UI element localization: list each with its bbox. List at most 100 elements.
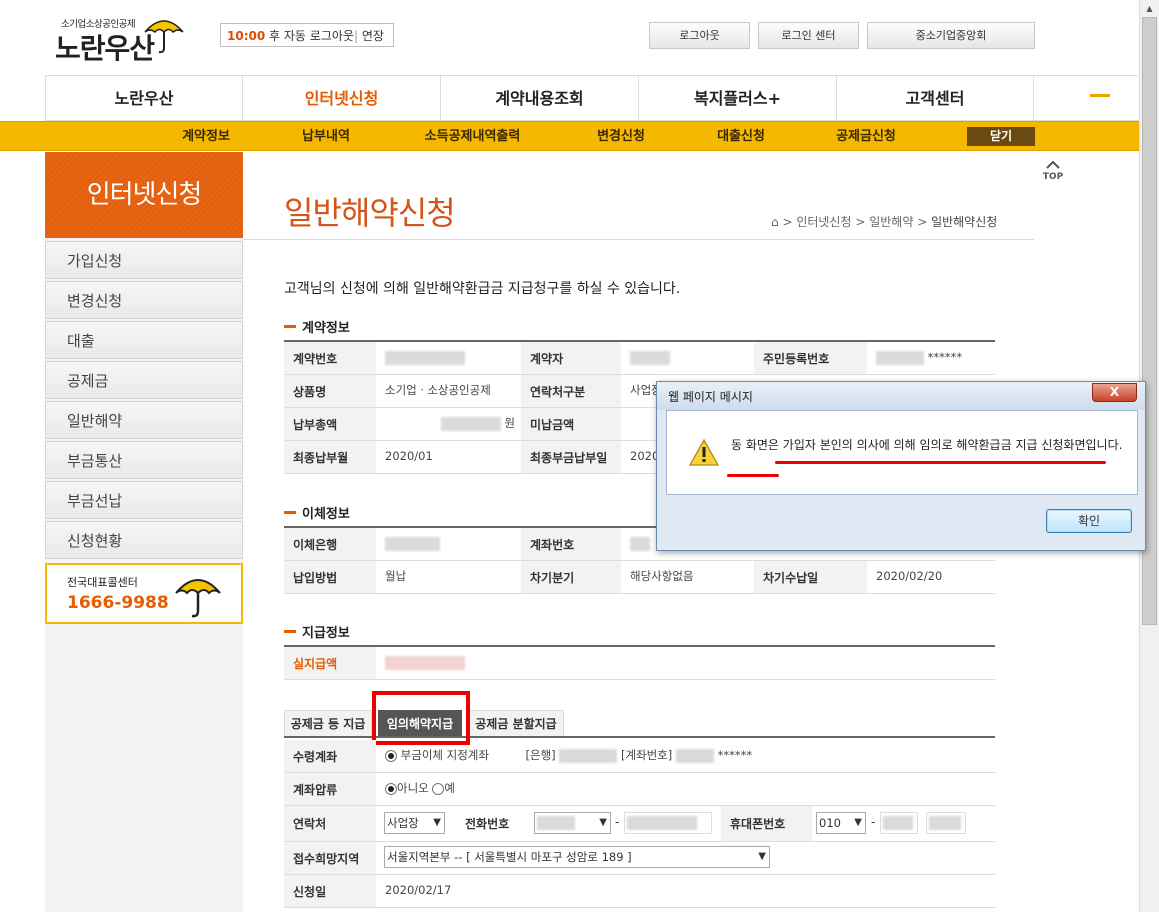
lnb-item-prepay[interactable]: 부금선납 xyxy=(45,481,243,519)
page-title: 일반해약신청 xyxy=(284,194,456,232)
logo-title: 노란우산 xyxy=(55,32,155,65)
next-due-value: 2020/02/20 xyxy=(876,569,943,583)
subnav-change-request[interactable]: 변경신청 xyxy=(575,122,667,151)
region-label: 접수희망지역 xyxy=(284,842,376,874)
account-label: 계좌번호 xyxy=(521,528,621,560)
actual-amount-label: 실지급액 xyxy=(284,647,376,679)
table-row: 계약번호 계약자 주민등록번호 ****** xyxy=(284,342,995,375)
contact-select[interactable]: 사업장 ▼ xyxy=(384,812,445,834)
receive-account-option: 부금이체 지정계좌 xyxy=(400,748,489,762)
next-period-value: 해당사항없음 xyxy=(630,569,694,583)
tab-benefit-payment[interactable]: 공제금 등 지급 xyxy=(284,710,372,736)
dialog-titlebar[interactable]: 웹 페이지 메시지 X xyxy=(657,382,1145,410)
lnb-item-general-cancel[interactable]: 일반해약 xyxy=(45,401,243,439)
lnb-item-change[interactable]: 변경신청 xyxy=(45,281,243,319)
seizure-yes-label: 예 xyxy=(444,781,455,795)
nav-item-yellow-umbrella[interactable]: 노란우산 xyxy=(45,76,242,120)
annotation-underline xyxy=(727,474,779,477)
region-select[interactable]: 서울지역본부 -- [ 서울특별시 마포구 성암로 189 ] ▼ xyxy=(384,846,770,868)
close-subnav-button[interactable]: 닫기 xyxy=(967,127,1035,146)
bank-bracket-label: [은행] xyxy=(525,748,556,762)
lnb-item-combine[interactable]: 부금통산 xyxy=(45,441,243,479)
seizure-yes-radio[interactable] xyxy=(432,782,445,795)
scroll-up-icon[interactable]: ▲ xyxy=(1140,0,1159,17)
date-value: 2020/02/17 xyxy=(385,883,452,897)
umbrella-icon xyxy=(175,579,221,618)
kbiz-button[interactable]: 중소기업중앙회 xyxy=(867,22,1035,49)
contact-type-label: 연락처구분 xyxy=(521,375,621,407)
phone-dash: - xyxy=(615,815,620,829)
nav-item-internet-apply[interactable]: 인터넷신청 xyxy=(242,76,440,120)
account-bracket-label: [계좌번호] xyxy=(620,748,673,762)
dialog-title: 웹 페이지 메시지 xyxy=(668,390,753,404)
product-label: 상품명 xyxy=(284,375,376,407)
dialog-close-button[interactable]: X xyxy=(1092,383,1137,402)
subnav-payment-history[interactable]: 납부내역 xyxy=(280,122,372,151)
breadcrumb-current: 일반해약신청 xyxy=(931,215,998,229)
seizure-no-label: 아니오 xyxy=(397,781,429,795)
form-row-contact: 연락처 사업장 ▼ 전화번호 ▼ - 휴대폰번호 010 ▼ - xyxy=(284,806,995,842)
method-value: 월납 xyxy=(385,569,407,583)
form-row-seizure: 계좌압류 아니오 예 xyxy=(284,773,995,806)
left-menu-title: 인터넷신청 xyxy=(45,152,243,238)
intro-text: 고객님의 신청에 의해 일반해약환급금 지급청구를 하실 수 있습니다. xyxy=(284,281,681,297)
last-date-label: 최종부금납부일 xyxy=(521,441,621,473)
actual-amount-value xyxy=(376,647,676,679)
holder-value xyxy=(621,342,754,374)
phone-area-select[interactable]: ▼ xyxy=(534,812,611,834)
section-title-contract: 계약정보 xyxy=(284,317,350,336)
mobile-last-input[interactable] xyxy=(926,812,966,834)
dialog-body: 동 화면은 가입자 본인의 의사에 의해 임의로 해약환급금 지급 신청화면입니… xyxy=(666,410,1138,495)
chevron-up-icon xyxy=(1046,160,1060,169)
subnav-benefit-request[interactable]: 공제금신청 xyxy=(820,122,912,151)
form-row-date: 신청일 2020/02/17 xyxy=(284,875,995,908)
phone-number-input[interactable] xyxy=(624,812,712,834)
session-extend-link[interactable]: 연장 xyxy=(362,29,384,43)
logout-button[interactable]: 로그아웃 xyxy=(649,22,750,49)
lnb-item-join[interactable]: 가입신청 xyxy=(45,241,243,279)
subnav-tax-deduction[interactable]: 소득공제내역출력 xyxy=(405,122,540,151)
lnb-item-loan[interactable]: 대출 xyxy=(45,321,243,359)
divider xyxy=(243,239,1034,240)
session-time: 10:00 xyxy=(227,29,266,43)
dialog-ok-button[interactable]: 확인 xyxy=(1046,509,1132,533)
session-timer: 10:00 후 자동 로그아웃| 연장 xyxy=(220,23,394,47)
tab-installment-payment[interactable]: 공제금 분할지급 xyxy=(468,710,564,736)
last-month-label: 최종납부월 xyxy=(284,441,376,473)
menu-icon[interactable] xyxy=(1090,94,1110,97)
main-nav: 노란우산 인터넷신청 계약내용조회 복지플러스+ 고객센터 xyxy=(45,75,1138,121)
receive-account-radio[interactable] xyxy=(385,749,397,762)
login-center-button[interactable]: 로그인 센터 xyxy=(758,22,859,49)
last-month-value: 2020/01 xyxy=(385,449,433,463)
home-icon[interactable]: ⌂ xyxy=(771,215,779,229)
sub-nav: 계약정보 납부내역 소득공제내역출력 변경신청 대출신청 공제금신청 닫기 xyxy=(0,121,1139,151)
dialog-message: 동 화면은 가입자 본인의 의사에 의해 임의로 해약환급금 지급 신청화면입니… xyxy=(731,438,1123,452)
contract-no-value xyxy=(376,342,521,374)
mobile-prefix-select[interactable]: 010 ▼ xyxy=(816,812,866,834)
mobile-mid-input[interactable] xyxy=(880,812,918,834)
call-center-number: 1666-9988 xyxy=(67,593,169,613)
logo[interactable]: 소기업소상공인공제 노란우산 xyxy=(55,12,185,65)
section-title-transfer: 이체정보 xyxy=(284,503,350,522)
next-period-label: 차기분기 xyxy=(521,561,621,593)
nav-item-contract-inquiry[interactable]: 계약내용조회 xyxy=(440,76,638,120)
holder-label: 계약자 xyxy=(521,342,621,374)
breadcrumb-item-1[interactable]: 인터넷신청 xyxy=(796,215,851,229)
breadcrumb-item-2[interactable]: 일반해약 xyxy=(869,215,913,229)
lnb-item-status[interactable]: 신청현황 xyxy=(45,521,243,559)
mobile-label: 휴대폰번호 xyxy=(721,806,812,841)
breadcrumb: ⌂ > 인터넷신청 > 일반해약 > 일반해약신청 xyxy=(771,215,998,229)
total-paid-value: 원 xyxy=(376,408,521,440)
seizure-label: 계좌압류 xyxy=(284,773,376,805)
mobile-dash: - xyxy=(871,815,876,829)
nav-item-welfare-plus[interactable]: 복지플러스+ xyxy=(638,76,836,120)
lnb-item-benefit[interactable]: 공제금 xyxy=(45,361,243,399)
message-dialog: 웹 페이지 메시지 X 동 화면은 가입자 본인의 의사에 의해 임의로 해약환… xyxy=(656,381,1146,551)
next-due-label: 차기수납일 xyxy=(754,561,867,593)
subnav-loan-request[interactable]: 대출신청 xyxy=(695,122,787,151)
seizure-no-radio[interactable] xyxy=(385,782,397,795)
nav-item-customer-center[interactable]: 고객센터 xyxy=(836,76,1034,120)
subnav-contract-info[interactable]: 계약정보 xyxy=(160,122,252,151)
scroll-top-button[interactable]: TOP xyxy=(1041,160,1065,186)
table-row: 납입방법 월납 차기분기 해당사항없음 차기수납일 2020/02/20 xyxy=(284,561,995,594)
